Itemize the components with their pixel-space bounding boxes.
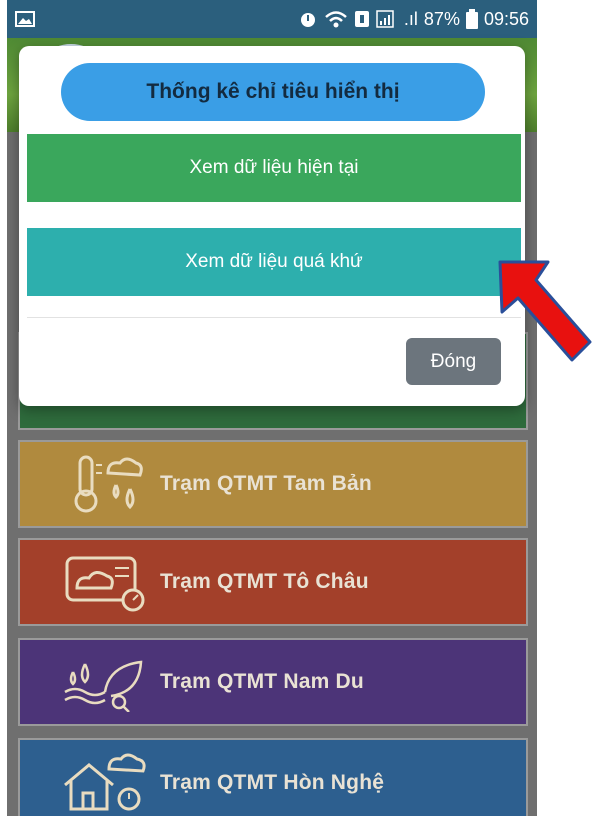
clock: 09:56 bbox=[483, 8, 529, 29]
battery-percent: 87% bbox=[423, 8, 460, 29]
stats-dialog: Thống kê chỉ tiêu hiển thị Xem dữ liệu h… bbox=[19, 46, 525, 406]
view-past-data-button[interactable]: Xem dữ liệu quá khứ bbox=[27, 228, 521, 296]
view-current-data-button[interactable]: Xem dữ liệu hiện tại bbox=[27, 134, 521, 202]
battery-icon bbox=[465, 9, 478, 29]
image-icon bbox=[15, 11, 35, 27]
wifi-icon bbox=[325, 11, 347, 28]
phone-screen: .ıl 87% 09:56 Trạm QTMT Tam Bản Trạm QTM… bbox=[7, 0, 537, 816]
dialog-title: Thống kê chỉ tiêu hiển thị bbox=[61, 63, 485, 121]
dialog-divider bbox=[27, 317, 521, 318]
signal-bars: .ıl bbox=[403, 8, 418, 29]
alarm-icon bbox=[300, 13, 315, 27]
status-right: .ıl 87% 09:56 bbox=[298, 9, 529, 30]
close-button[interactable]: Đóng bbox=[406, 338, 501, 385]
signal-icon bbox=[376, 10, 394, 28]
sim-icon bbox=[354, 11, 369, 27]
annotation-arrow-icon bbox=[498, 260, 592, 362]
status-bar: .ıl 87% 09:56 bbox=[7, 0, 537, 38]
